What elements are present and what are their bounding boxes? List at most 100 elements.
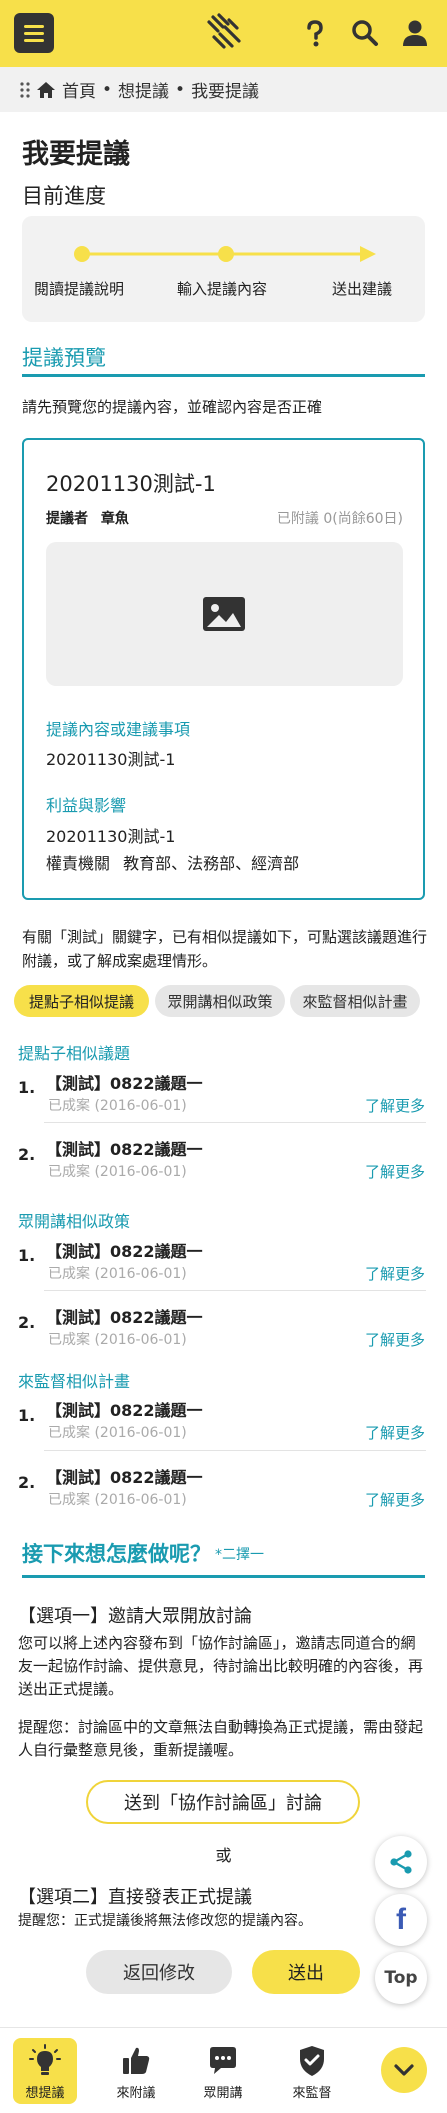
image-placeholder-icon [203,597,245,631]
home-icon[interactable] [36,81,56,99]
option-one-body: 您可以將上述內容發布到「協作討論區」，邀請志同道合的網友一起協作討論、提供意見，… [18,1634,424,1698]
item-divider [44,1122,426,1123]
hamburger-menu-icon[interactable] [14,13,54,53]
group-title-policies: 眾開講相似政策 [18,1212,131,1231]
breadcrumb-home[interactable]: 首頁 [62,77,96,102]
item-title[interactable]: 【測試】0822議題一 [46,1397,203,1421]
chat-bubble-icon [210,2047,236,2074]
step-arrow-3 [360,246,376,262]
nav-second[interactable]: 來附議 [104,2038,168,2104]
option-two-title: 【選項二】直接發表正式提議 [18,1887,252,1908]
item-title[interactable]: 【測試】0822議題一 [46,1070,203,1094]
thumbs-up-icon [123,2047,150,2074]
back-to-edit-button[interactable]: 返回修改 [86,1950,232,1994]
send-to-discussion-button[interactable]: 送到「協作討論區」討論 [86,1780,360,1824]
learn-more-link[interactable]: 了解更多 [365,1263,425,1284]
option-one-note: 提醒您：討論區中的文章無法自動轉換為正式提議，需由發起人自行彙整意見後，重新提議… [18,1718,424,1759]
related-intro: 有關「測試」關鍵字，已有相似提議如下，可點選該議題進行附議，或了解成案處理情形。 [22,928,428,970]
agency-label: 權責機關 [46,854,111,873]
item-divider [44,1290,426,1291]
tab-similar-plans[interactable]: 來監督相似計畫 [290,985,420,1017]
proposal-status: 已附議 0(尚餘60日) [276,511,403,527]
item-status: 已成案 (2016-06-01) [48,1098,187,1114]
item-title[interactable]: 【測試】0822議題一 [46,1136,203,1160]
top-label: Top [384,1968,418,1988]
item-status: 已成案 (2016-06-01) [48,1164,187,1180]
bottom-navigation: 想提議 來附議 眾開講 來監督 [0,2027,447,2113]
group-title-plans: 來監督相似計畫 [18,1372,131,1391]
preview-section-title: 提議預覽 [22,346,106,370]
nav-propose[interactable]: 想提議 [13,2038,77,2104]
proposal-preview-card: 20201130測試-1 提議者 章魚 已附議 0(尚餘60日) 提議內容或建議… [22,438,425,900]
nav-label: 來附議 [116,2086,156,2101]
top-header [0,0,447,67]
item-status: 已成案 (2016-06-01) [48,1332,187,1348]
question-mark-icon[interactable] [300,18,330,48]
breadcrumb-separator: • [102,79,113,100]
agency-line: 權責機關 教育部、法務部、經濟部 [46,850,299,874]
nav-label: 想提議 [25,2086,65,2101]
item-divider [44,1450,426,1451]
proposal-title: 20201130測試-1 [46,472,216,496]
step-label-input: 輸入提議內容 [177,280,268,298]
tab-similar-policies[interactable]: 眾開講相似政策 [155,985,285,1017]
step-dot-2 [218,246,234,262]
progress-track [74,246,376,262]
option-two-note: 提醒您：正式提議後將無法修改您的提議內容。 [18,1913,312,1929]
proposer-label: 提議者 [46,511,88,527]
nav-more-button[interactable] [381,2047,427,2093]
impact-label: 利益與影響 [46,796,127,815]
share-button[interactable] [375,1836,427,1888]
submit-button[interactable]: 送出 [252,1950,360,1994]
next-steps-title: 接下來想怎麼做呢？ [22,1542,211,1566]
learn-more-link[interactable]: 了解更多 [365,1422,425,1443]
breadcrumb-current: 我要提議 [191,82,260,102]
content-label: 提議內容或建議事項 [46,720,191,739]
breadcrumb-propose[interactable]: 想提議 [118,77,169,102]
hands-logo-icon[interactable] [202,10,246,54]
chevron-down-icon [394,2064,414,2076]
content-value: 20201130測試-1 [46,750,176,769]
share-icon [390,1850,412,1874]
progress-stepper: 閱讀提議說明 輸入提議內容 送出建議 [22,216,425,322]
impact-value: 20201130測試-1 [46,827,176,846]
learn-more-link[interactable]: 了解更多 [365,1095,425,1116]
item-title[interactable]: 【測試】0822議題一 [46,1304,203,1328]
item-status: 已成案 (2016-06-01) [48,1425,187,1441]
drag-dots-icon [20,81,30,98]
item-status: 已成案 (2016-06-01) [48,1266,187,1282]
tab-similar-ideas[interactable]: 提點子相似提議 [14,985,149,1017]
learn-more-link[interactable]: 了解更多 [365,1161,425,1182]
breadcrumb-separator: • [175,79,186,100]
item-number: 2. [18,1473,36,1492]
page-title: 我要提議 [22,139,130,170]
learn-more-link[interactable]: 了解更多 [365,1489,425,1510]
shield-check-icon [300,2046,324,2076]
nav-label: 來監督 [292,2086,332,2101]
choose-one-badge: *二擇一 [215,1547,264,1563]
facebook-button[interactable]: f [375,1894,427,1946]
step-label-read: 閱讀提議說明 [34,280,125,298]
item-status: 已成案 (2016-06-01) [48,1492,187,1508]
step-dot-1 [74,246,90,262]
nav-monitor[interactable]: 來監督 [280,2038,344,2104]
item-number: 1. [18,1246,36,1265]
option-one-title: 【選項一】邀請大眾開放討論 [18,1606,252,1627]
nav-discuss[interactable]: 眾開講 [191,2038,255,2104]
learn-more-link[interactable]: 了解更多 [365,1329,425,1350]
proposal-image [46,542,403,686]
search-icon[interactable] [350,18,380,48]
group-title-ideas: 提點子相似議題 [18,1044,131,1063]
nav-label: 眾開講 [203,2086,243,2101]
item-number: 2. [18,1313,36,1332]
proposer-name: 章魚 [100,511,129,527]
item-title[interactable]: 【測試】0822議題一 [46,1238,203,1262]
item-number: 1. [18,1406,36,1425]
step-label-submit: 送出建議 [332,280,393,298]
item-number: 1. [18,1078,36,1097]
back-to-top-button[interactable]: Top [375,1952,427,2004]
section-divider [22,374,425,377]
breadcrumb: 首頁 • 想提議 • 我要提議 [0,67,447,112]
user-icon[interactable] [400,18,430,48]
item-title[interactable]: 【測試】0822議題一 [46,1464,203,1488]
